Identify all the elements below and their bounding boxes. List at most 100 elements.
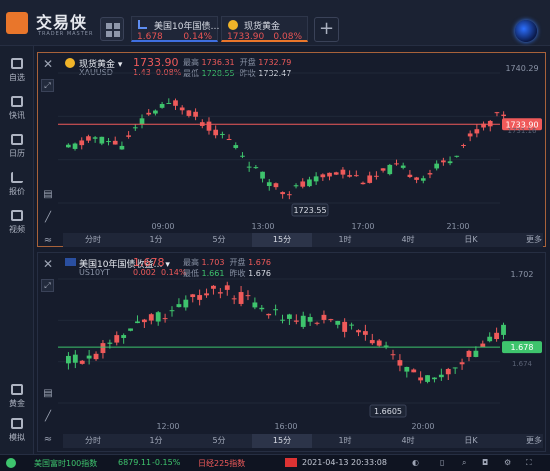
candle-body [141, 319, 147, 323]
candle-body [434, 163, 440, 169]
candle-body [466, 350, 472, 357]
search-icon[interactable]: ⌕ [462, 458, 466, 468]
chart-panel-us10y[interactable]: ✕ ⤢ 美国10年国债收益… ▾ US10YT 1.678 0.002 0.14… [37, 252, 546, 452]
candle-body [106, 141, 111, 143]
axis-mid-label: 1731.16 [508, 127, 537, 135]
sidebar-item-watchlist[interactable]: 自选 [0, 58, 34, 88]
camera-icon[interactable]: ◘ [482, 458, 488, 467]
candle-body [394, 163, 399, 165]
candle-body [287, 194, 292, 196]
candle-body [452, 367, 458, 369]
candle-body [213, 129, 219, 136]
candle-body [407, 174, 413, 178]
sidebar-item-quotes[interactable]: 报价 [0, 172, 34, 202]
settings-icon[interactable]: ⚙ [504, 458, 511, 467]
candle-body [252, 302, 258, 308]
gold-coin-icon [228, 20, 238, 30]
grid-layout-button[interactable] [100, 17, 124, 41]
timeframe-tab[interactable]: 日K [441, 234, 501, 245]
timeframe-tab[interactable]: 4时 [378, 435, 438, 446]
sidebar-label: 视频 [9, 225, 25, 234]
compare-tool-icon[interactable]: ≈ [41, 235, 55, 249]
drawing-tools: ▤ ╱ ≈ [41, 388, 55, 457]
timeframe-tab[interactable]: 4时 [378, 234, 438, 245]
timeframe-tab[interactable]: 1分 [126, 435, 186, 446]
candle-body [139, 118, 145, 125]
ticker-index2-name[interactable]: 日经225指数 [198, 458, 245, 469]
tab-gold[interactable]: 现货黄金 1733.90 0.08% [221, 16, 308, 42]
headset-icon[interactable]: ◐ [412, 458, 419, 467]
timeframe-tab[interactable]: 15分 [252, 233, 312, 247]
candle-body [190, 294, 196, 298]
chart-line-icon [11, 172, 23, 183]
candle-body [79, 360, 85, 364]
tab-us10y[interactable]: 美国10年国债… 1.678 0.14% [131, 16, 220, 42]
chart-panel-gold[interactable]: ✕ ⤢ 现货黄金 ▾ XAUUSD 1733.90 1.43 0.08% 最高 … [37, 52, 546, 247]
timeframe-tab[interactable]: 日K [441, 435, 501, 446]
timeframe-tab[interactable]: 15分 [252, 434, 312, 448]
candle-body [461, 144, 466, 146]
line-tool-icon[interactable]: ╱ [41, 411, 55, 425]
timeframe-tab[interactable]: 5分 [189, 435, 249, 446]
candle-body [300, 181, 306, 187]
sidebar-label: 快讯 [9, 111, 25, 120]
candlestick-chart[interactable]: 1733.901740.291731.1609:00 13:00 17:00 21:0… [58, 53, 546, 231]
timeframe-tab[interactable]: 1时 [315, 435, 375, 446]
compare-tool-icon[interactable]: ≈ [41, 434, 55, 448]
sidebar-item-gold[interactable]: 黄金 [0, 384, 34, 414]
sidebar-item-calendar[interactable]: 日历 [0, 134, 34, 164]
candle-body [226, 139, 232, 141]
timeframe-tab[interactable]: 分时 [63, 435, 123, 446]
candle-body [233, 145, 239, 148]
indicator-tool-icon[interactable]: ▤ [41, 189, 55, 203]
ticker-index-name[interactable]: 美国富时100指数 [34, 458, 97, 469]
candle-body [132, 127, 138, 129]
timeframe-tab[interactable]: 更多 [504, 234, 550, 245]
timeframe-bar: 分时 1分 5分 15分 1时 4时 日K 更多 [63, 434, 543, 448]
sidebar-item-video[interactable]: 视频 [0, 210, 34, 240]
sidebar-item-demo[interactable]: 模拟 [0, 418, 34, 448]
candle-body [159, 104, 165, 108]
timeframe-tab[interactable]: 1时 [315, 234, 375, 245]
candle-body [86, 355, 92, 359]
timeframe-tab[interactable]: 分时 [63, 234, 123, 245]
tab-title: 美国10年国债… [154, 22, 220, 32]
sidebar-item-news[interactable]: 快讯 [0, 96, 34, 126]
timeframe-tab[interactable]: 1分 [126, 234, 186, 245]
candle-body [107, 342, 113, 344]
candle-body [169, 310, 175, 312]
expand-icon[interactable]: ⤢ [41, 279, 54, 292]
app-name: 交易侠 [36, 13, 88, 32]
candle-body [383, 345, 389, 347]
candle-body [293, 185, 299, 187]
candle-body [266, 182, 272, 186]
candle-body [447, 161, 453, 164]
fullscreen-icon[interactable]: ⛶ [526, 458, 532, 468]
candle-body [335, 320, 341, 325]
candle-body [93, 353, 99, 360]
expand-icon[interactable]: ⤢ [41, 79, 54, 92]
close-icon[interactable]: ✕ [43, 57, 53, 71]
phone-icon[interactable]: ▯ [440, 458, 444, 467]
china-flag-icon [285, 458, 297, 467]
timeframe-tab[interactable]: 5分 [189, 234, 249, 245]
close-icon[interactable]: ✕ [43, 257, 53, 271]
candle-body [380, 168, 386, 171]
assistant-orb-icon[interactable] [515, 20, 537, 42]
candle-body [390, 354, 396, 356]
candle-body [333, 172, 339, 175]
candle-body [240, 155, 245, 157]
indicator-tool-icon[interactable]: ▤ [41, 388, 55, 402]
candle-body [360, 182, 366, 185]
tab-change: 0.14% [183, 32, 212, 42]
candle-body [193, 111, 198, 117]
line-tool-icon[interactable]: ╱ [41, 212, 55, 226]
candle-body [246, 166, 252, 168]
candle-body [280, 192, 285, 195]
candlestick-chart[interactable]: 1.678 1.702 1.674 12:00 16:00 20:00 1.6605 [58, 253, 546, 433]
candle-body [114, 335, 120, 343]
add-tab-button[interactable]: + [314, 17, 339, 42]
candle-body [79, 140, 85, 146]
candle-body [307, 179, 312, 187]
timeframe-tab[interactable]: 更多 [504, 435, 550, 446]
